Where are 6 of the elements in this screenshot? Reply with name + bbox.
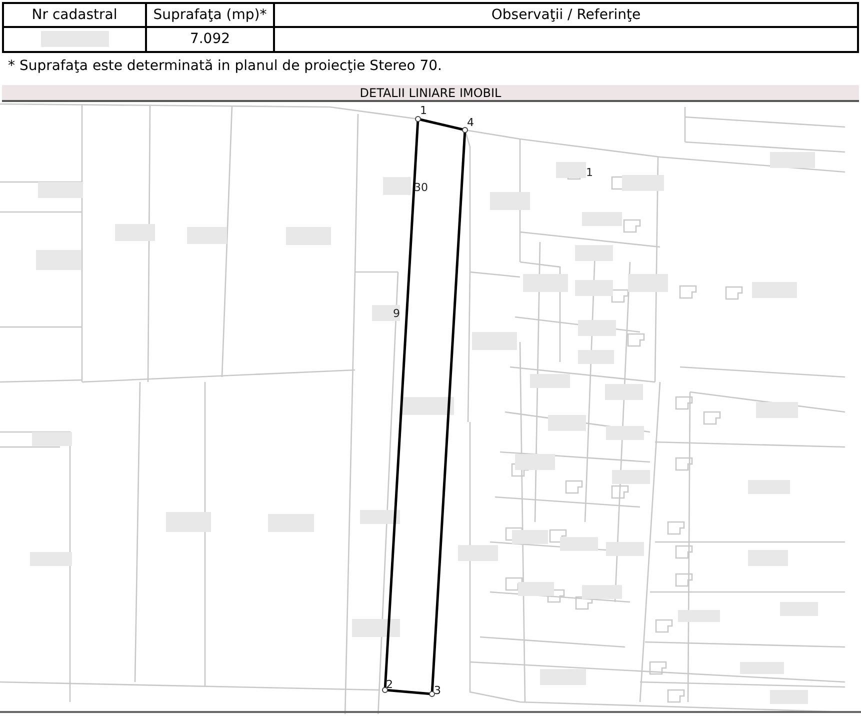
section-header: DETALII LINIARE IMOBIL [2, 85, 859, 102]
column-header: Nr cadastral [3, 3, 146, 27]
column-header: Suprafaţa (mp)* [146, 3, 274, 27]
column-header: Observaţii / Referinţe [274, 3, 858, 27]
footnote: * Suprafaţa este determinată in planul de proiecţie Stereo 70. [7, 57, 444, 76]
table-cell: 7.092 [146, 27, 274, 52]
